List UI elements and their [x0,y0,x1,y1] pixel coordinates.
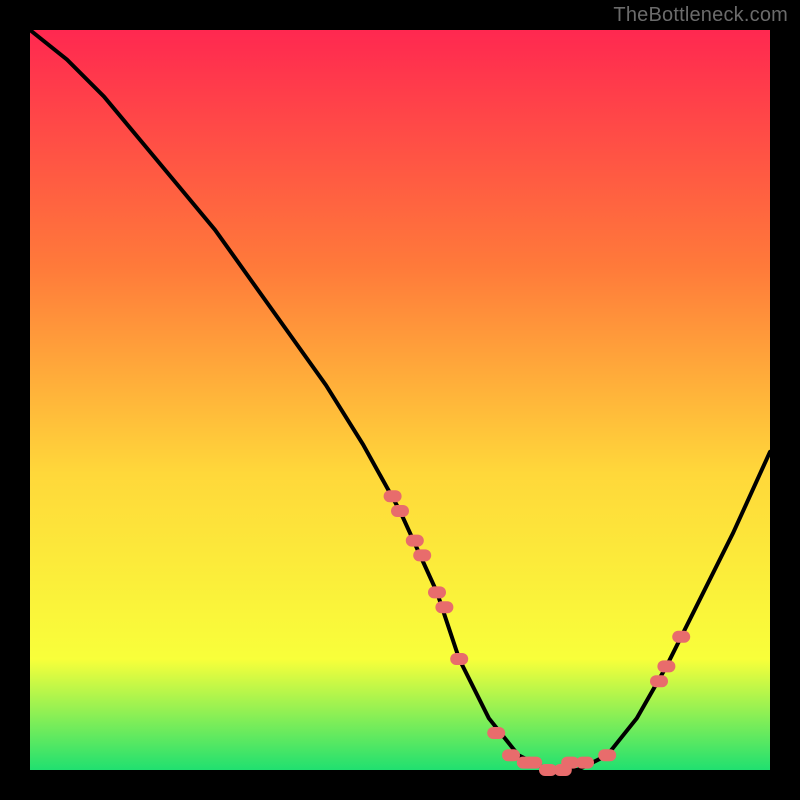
marker-point [435,601,453,613]
marker-point [576,757,594,769]
marker-point [598,749,616,761]
marker-point [672,631,690,643]
marker-point [524,757,542,769]
marker-point [428,586,446,598]
marker-point [413,549,431,561]
marker-point [406,535,424,547]
chart-frame: { "attribution": "TheBottleneck.com", "c… [0,0,800,800]
marker-point [487,727,505,739]
bottleneck-chart [0,0,800,800]
marker-point [391,505,409,517]
marker-point [502,749,520,761]
marker-point [657,660,675,672]
marker-point [650,675,668,687]
marker-point [450,653,468,665]
marker-point [384,490,402,502]
